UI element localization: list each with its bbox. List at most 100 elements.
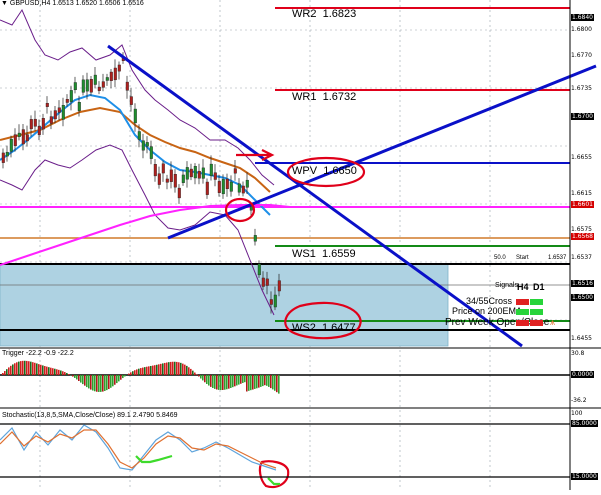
trigger-bar bbox=[256, 375, 258, 388]
trigger-bar bbox=[72, 375, 74, 377]
trigger-bar bbox=[92, 375, 94, 391]
trigger-bar bbox=[122, 375, 124, 378]
candle-body bbox=[118, 65, 121, 71]
ws1-label: WS1 1.6559 bbox=[292, 248, 356, 260]
trigger-bar bbox=[192, 371, 194, 375]
price-axis-value: 1.6700 bbox=[571, 113, 594, 120]
candle-body bbox=[30, 119, 33, 129]
candle-body bbox=[210, 164, 213, 176]
candle-body bbox=[94, 75, 97, 84]
wr1-label: WR1 1.6732 bbox=[292, 91, 356, 103]
candle-body bbox=[254, 235, 257, 241]
candle-body bbox=[134, 109, 137, 123]
candle-body bbox=[234, 169, 237, 174]
trigger-bar bbox=[234, 375, 236, 386]
trigger-bar bbox=[166, 363, 168, 375]
trigger-bar bbox=[152, 366, 154, 375]
trigger-histogram bbox=[2, 361, 280, 394]
price-axis-label: 1.6735 bbox=[571, 85, 601, 92]
signal-d1-week-light bbox=[530, 320, 543, 326]
trigger-bar bbox=[214, 375, 216, 389]
price-axis-label: 1.6500 bbox=[571, 294, 601, 301]
price-axis-label: 1.6575 bbox=[571, 226, 601, 233]
trigger-bar bbox=[18, 362, 20, 375]
trigger-bar bbox=[20, 361, 22, 375]
trigger-bar bbox=[24, 361, 26, 375]
trigger-axis-zero: 0.0000 bbox=[571, 371, 601, 378]
trigger-bar bbox=[76, 375, 78, 379]
candle-body bbox=[242, 186, 245, 193]
trigger-bar bbox=[208, 375, 210, 386]
candle-body bbox=[202, 168, 205, 179]
trigger-bar bbox=[148, 366, 150, 375]
signal-h4-ema-light bbox=[516, 309, 529, 315]
candle-body bbox=[58, 108, 61, 113]
trigger-bar bbox=[56, 369, 58, 375]
candle-body bbox=[6, 152, 9, 156]
candle-body bbox=[162, 164, 165, 173]
ws1-name: WS1 bbox=[292, 248, 316, 260]
trigger-bar bbox=[14, 363, 16, 375]
trigger-bar bbox=[200, 375, 202, 378]
candle-body bbox=[222, 179, 225, 194]
trigger-bar bbox=[230, 375, 232, 388]
trigger-bar bbox=[28, 361, 30, 375]
stoch-axis-85-value: 85.0000 bbox=[571, 420, 598, 427]
candle-body bbox=[138, 131, 141, 139]
trigger-bar bbox=[98, 375, 100, 392]
signals-col-d1: D1 bbox=[533, 282, 545, 292]
candle-body bbox=[274, 295, 277, 307]
trigger-axis-top: 30.8 bbox=[571, 350, 601, 357]
trigger-bar bbox=[52, 368, 54, 375]
candle-body bbox=[66, 99, 69, 102]
trigger-bar bbox=[162, 363, 164, 375]
start-small-50: 50.0 bbox=[494, 255, 506, 261]
trigger-bar bbox=[114, 375, 116, 385]
signal-h4-week-light bbox=[516, 320, 529, 326]
stoch-oversold-highlight-2 bbox=[268, 478, 280, 484]
signals-col-h4: H4 bbox=[517, 282, 529, 292]
wpv-label: WPV 1.6650 bbox=[292, 165, 357, 177]
candle-body bbox=[150, 147, 153, 159]
candle-body bbox=[142, 141, 145, 151]
candle-body bbox=[54, 111, 57, 119]
candle-body bbox=[2, 153, 5, 163]
trigger-axis-zero-value: 0.0000 bbox=[571, 371, 594, 378]
wr2-label: WR2 1.6823 bbox=[292, 8, 356, 20]
trigger-bar bbox=[244, 375, 246, 382]
trigger-bar bbox=[218, 375, 220, 390]
trigger-bar bbox=[236, 375, 238, 385]
triangle-down-icon[interactable]: ▼ bbox=[1, 0, 8, 7]
price-axis-label: 1.6568 bbox=[571, 233, 601, 240]
trigger-bar bbox=[184, 365, 186, 375]
trigger-bar bbox=[140, 368, 142, 375]
candle-body bbox=[86, 80, 89, 91]
trigger-bar bbox=[104, 375, 106, 391]
candle-body bbox=[174, 174, 177, 187]
trigger-bar bbox=[224, 375, 226, 390]
trigger-bar bbox=[102, 375, 104, 392]
candle-body bbox=[10, 139, 13, 151]
candle-body bbox=[214, 173, 217, 180]
trigger-bar bbox=[128, 374, 130, 375]
fractal-marker-icon: ⩚ bbox=[550, 317, 555, 328]
trigger-bar bbox=[196, 374, 198, 375]
candle-body bbox=[102, 82, 105, 88]
trigger-bar bbox=[10, 366, 12, 375]
trigger-bar bbox=[32, 362, 34, 375]
candle-body bbox=[166, 179, 169, 182]
trigger-bar bbox=[206, 375, 208, 384]
trigger-bar bbox=[176, 362, 178, 375]
trigger-bar bbox=[88, 375, 90, 388]
trigger-bar bbox=[12, 364, 14, 375]
candle-body bbox=[186, 167, 189, 179]
trigger-bar bbox=[268, 375, 270, 387]
candle-body bbox=[62, 105, 65, 119]
trigger-bar bbox=[220, 375, 222, 390]
signal-d1-cross-light bbox=[530, 299, 543, 305]
candle-body bbox=[106, 77, 109, 80]
trigger-bar bbox=[2, 373, 4, 375]
trigger-bar bbox=[68, 374, 70, 375]
price-axis-value: 1.6655 bbox=[571, 154, 592, 161]
price-axis-label: 1.6615 bbox=[571, 190, 601, 197]
